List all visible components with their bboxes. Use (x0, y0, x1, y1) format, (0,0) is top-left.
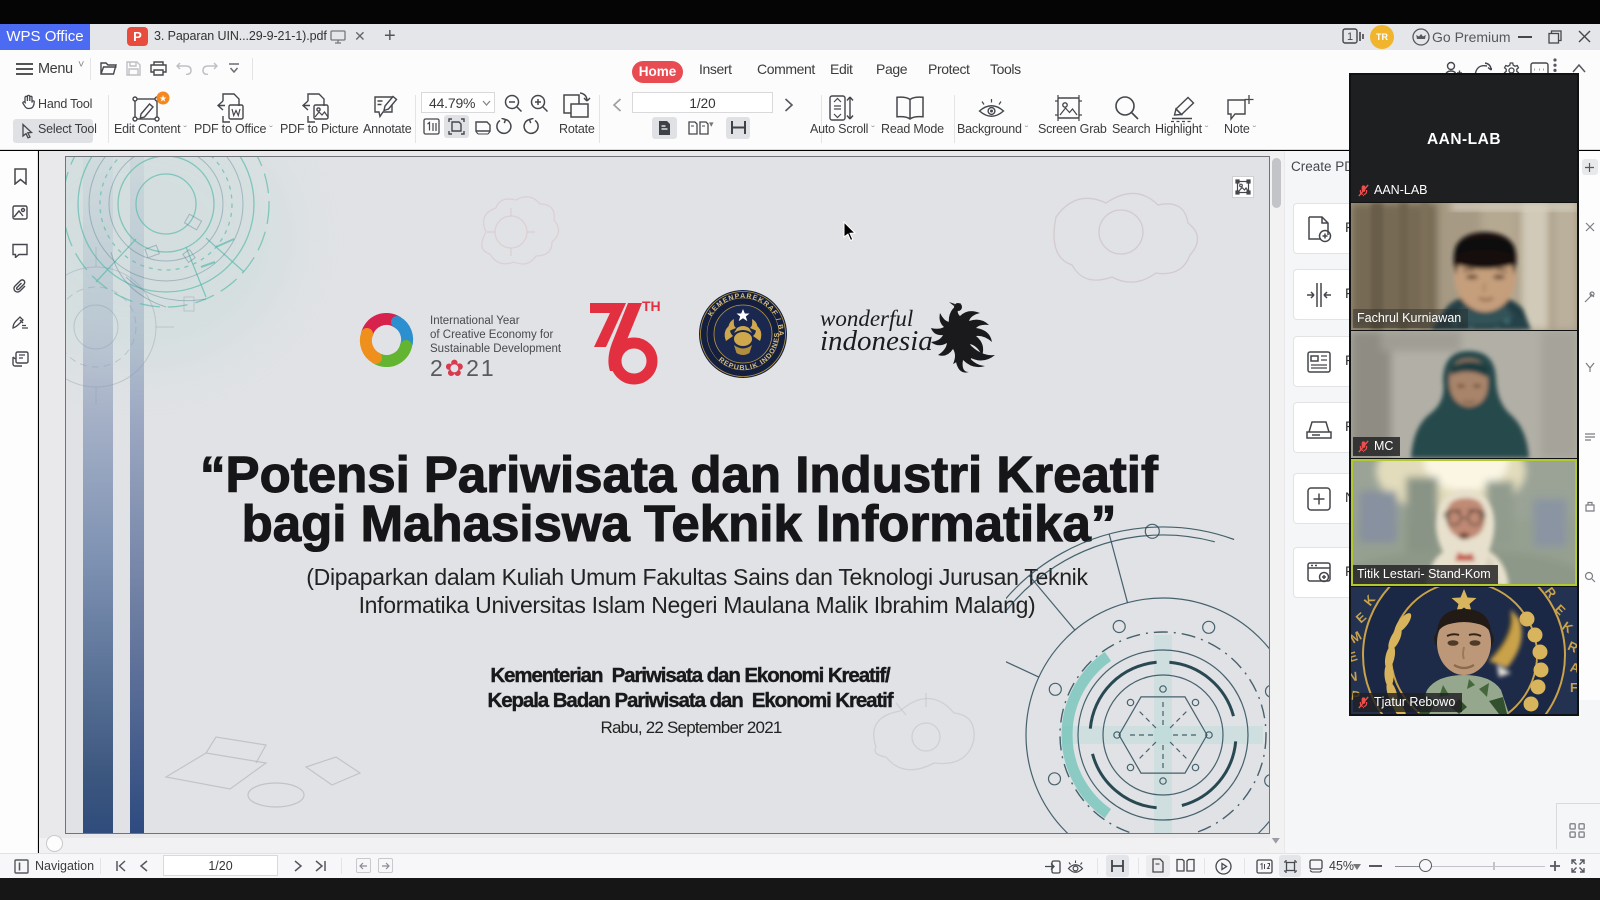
svg-text:★: ★ (159, 94, 167, 104)
svg-text:F: F (1570, 680, 1577, 695)
svg-text:1: 1 (1347, 31, 1353, 43)
svg-text:TH: TH (642, 298, 661, 314)
